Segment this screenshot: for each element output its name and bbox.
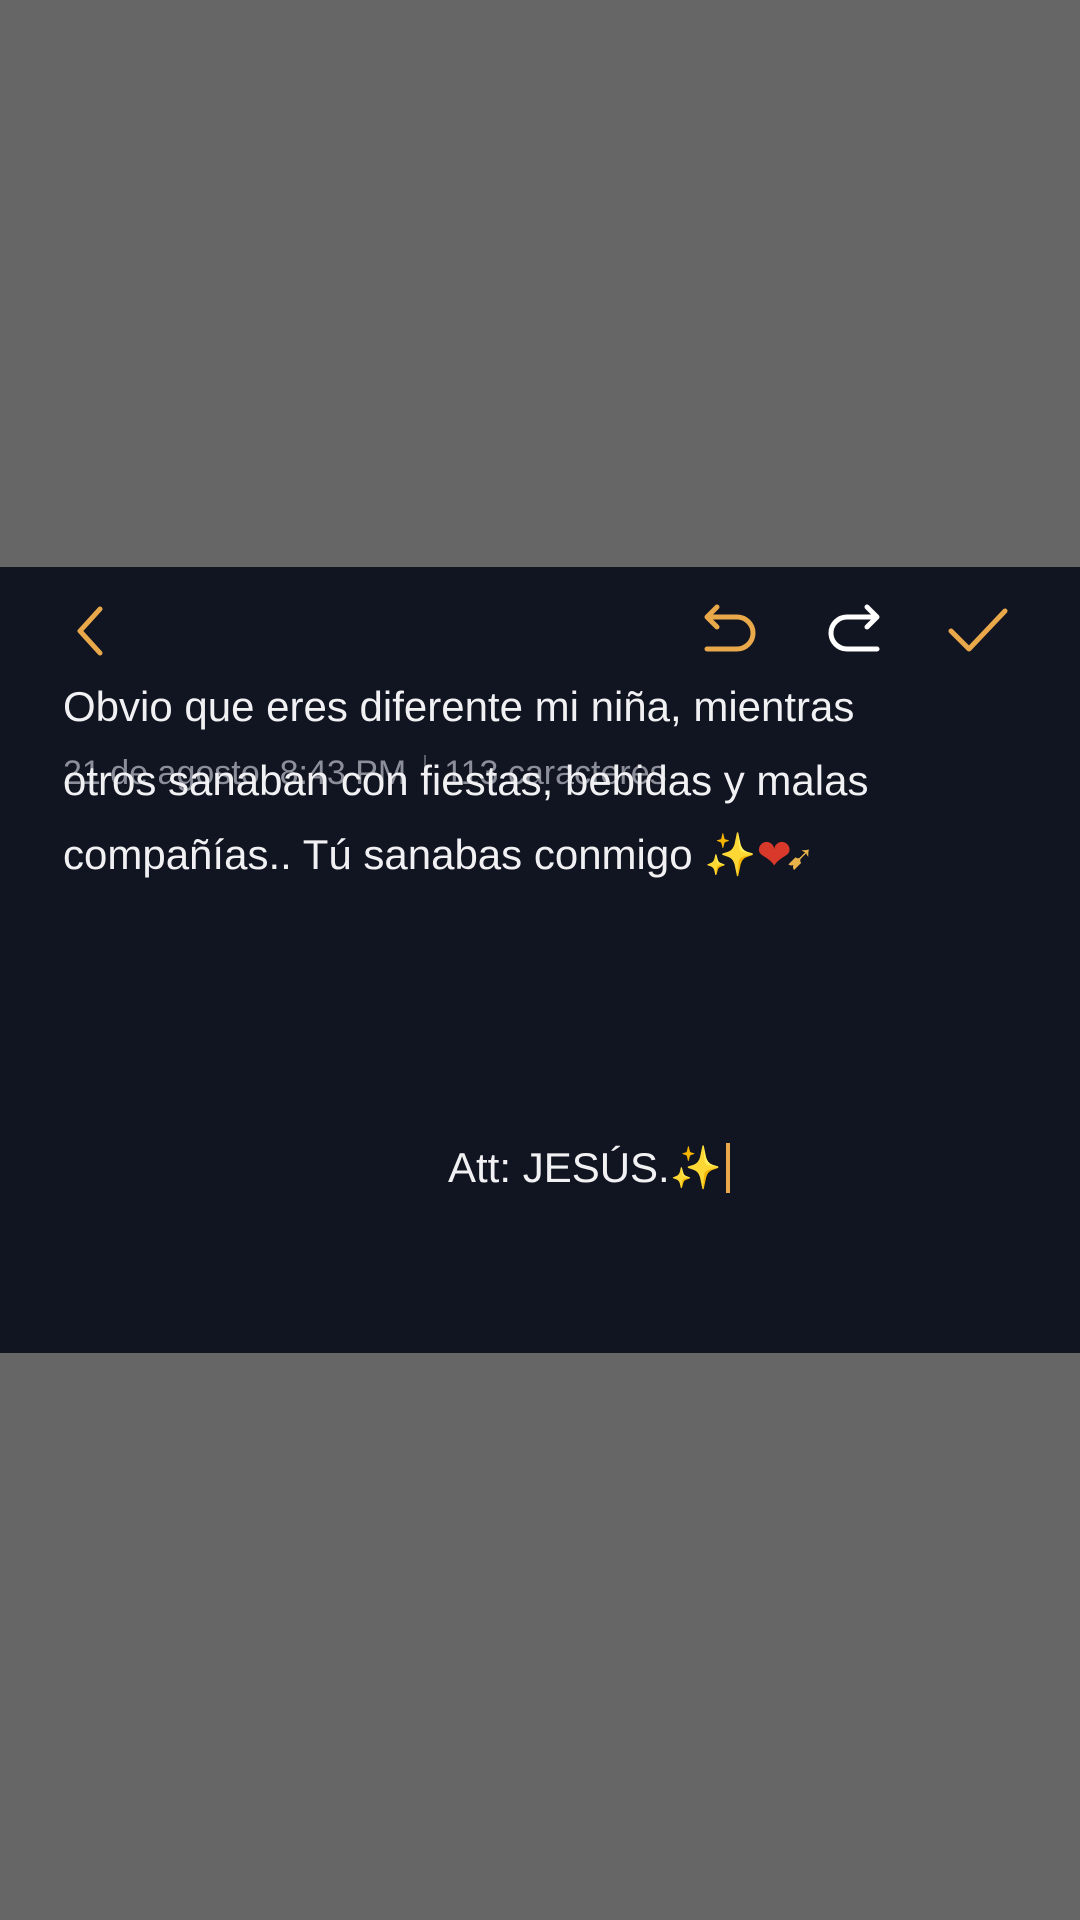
undo-icon bbox=[704, 604, 756, 652]
undo-button[interactable] bbox=[690, 591, 770, 671]
note-signature: Att: JESÚS. ✨ bbox=[448, 1131, 731, 1205]
done-button[interactable] bbox=[938, 591, 1018, 671]
redo-button[interactable] bbox=[814, 591, 894, 671]
note-line: Obvio que eres diferente mi niña, mientr… bbox=[63, 683, 855, 730]
text-cursor bbox=[726, 1143, 731, 1193]
checkmark-icon bbox=[948, 608, 1008, 652]
back-button[interactable] bbox=[50, 591, 130, 671]
arrow-emoji: ➹ bbox=[785, 838, 815, 878]
note-line-text: compañías.. Tú sanabas conmigo bbox=[63, 831, 693, 878]
note-line: otros sanaban con fiestas, bebidas y mal… bbox=[63, 757, 869, 804]
signature-text: Att: JESÚS. bbox=[448, 1144, 670, 1191]
sparkles-emoji: ✨ bbox=[704, 830, 757, 879]
redo-icon bbox=[828, 604, 880, 652]
sparkles-emoji: ✨ bbox=[669, 1143, 723, 1192]
chevron-left-icon bbox=[77, 606, 103, 656]
note-line-with-emoji: compañías.. Tú sanabas conmigo ✨❤➹ bbox=[63, 818, 1023, 895]
